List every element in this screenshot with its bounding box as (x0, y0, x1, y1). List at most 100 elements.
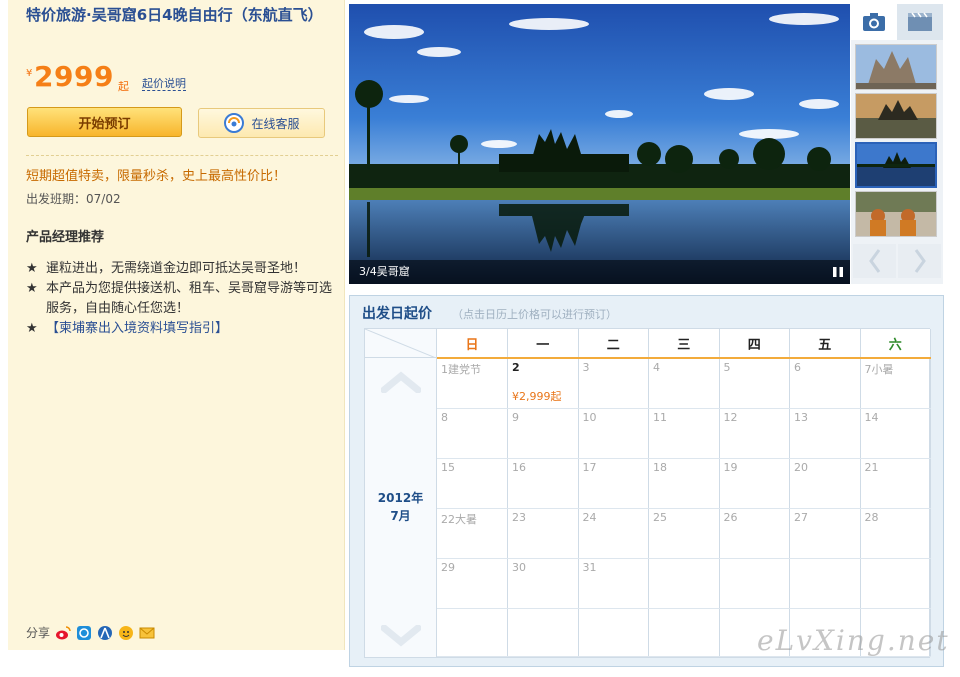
divider (26, 155, 338, 156)
day-number: 18 (653, 460, 667, 474)
recommendation-item: ★ 【柬埔寨出入境资料填写指引】 (26, 319, 338, 339)
day-number: 29 (441, 560, 455, 574)
calendar-day-cell: 17 (578, 458, 649, 509)
day-number: 22 (441, 512, 455, 526)
day-number: 11 (653, 410, 667, 424)
thumbnail-3-active[interactable] (855, 142, 937, 188)
calendar-day-cell: 24 (578, 508, 649, 559)
manager-recommend-title: 产品经理推荐 (26, 230, 105, 245)
day-price-link[interactable]: ¥2,999起 (512, 388, 574, 404)
calendar-day-cell (578, 608, 649, 657)
departure-schedule: 出发班期：07/02 (26, 192, 121, 206)
price-note-link[interactable]: 起价说明 (142, 77, 186, 91)
calendar-day-cell: 7小暑 (860, 358, 931, 409)
pause-icon[interactable] (832, 266, 844, 278)
main-photo[interactable]: 3/4吴哥窟 (349, 4, 850, 284)
day-number: 6 (794, 361, 801, 374)
calendar-day-cell: 31 (578, 558, 649, 609)
calendar-day-cell: 28 (860, 508, 931, 559)
day-number: 31 (582, 560, 597, 574)
next-thumb-button[interactable] (898, 244, 941, 278)
recommendation-item: ★ 本产品为您提供接送机、租车、吴哥窟导游等可选服务，自由随心任您选！ (26, 279, 338, 319)
calendar-grid: 日 一 二 三 四 五 六 1建党节 2 ¥2,999起 3 4 5 6 7小暑… (437, 329, 931, 657)
day-number: 9 (512, 410, 519, 424)
next-month-icon[interactable] (381, 625, 421, 647)
weibo-share-icon[interactable] (55, 625, 71, 641)
calendar-day-cell: 25 (648, 508, 720, 559)
chevron-left-icon (868, 249, 880, 273)
calendar-day-cell: 12 (719, 408, 790, 459)
prev-month-icon[interactable] (381, 371, 421, 393)
calendar-week-row: 8 9 10 11 12 13 14 (437, 408, 931, 459)
day-number: 1 (441, 363, 448, 376)
thumbnail-1[interactable] (855, 44, 937, 90)
renren-share-icon[interactable] (97, 625, 113, 641)
calendar-week-row: 15 16 17 18 19 20 21 (437, 458, 931, 509)
calendar-day-cell: 26 (719, 508, 790, 559)
month-label: 2012年 7月 (365, 489, 436, 525)
calendar-day-cell: 1建党节 (437, 358, 508, 409)
recommendation-text: 本产品为您提供接送机、租车、吴哥窟导游等可选服务，自由随心任您选！ (46, 281, 333, 316)
kaixin-share-icon[interactable] (118, 625, 134, 641)
currency-symbol: ¥ (26, 68, 33, 79)
day-number: 14 (864, 410, 879, 424)
weekday-header: 六 (860, 329, 931, 359)
photo-caption: 3/4吴哥窟 (349, 260, 850, 284)
calendar-day-cell: 10 (578, 408, 649, 459)
chevron-right-icon (914, 249, 926, 273)
site-watermark: eLvXing.net (757, 624, 950, 657)
angkor-wat-photo (349, 4, 850, 284)
share-bar: 分享 (26, 624, 155, 641)
calendar-week-row: 1建党节 2 ¥2,999起 3 4 5 6 7小暑 (437, 358, 931, 409)
star-icon: ★ (26, 281, 38, 296)
day-number: 5 (723, 361, 731, 374)
calendar-day-cell: 9 (507, 408, 579, 459)
calendar-day-cell: 14 (860, 408, 931, 459)
weekday-header-row: 日 一 二 三 四 五 六 (437, 329, 931, 359)
calendar-box: 2012年 7月 日 一 二 三 四 五 六 1建党节 2 ¥2,999起 3 … (364, 328, 931, 658)
thumbnail-nav (851, 242, 943, 278)
recommendation-list: ★ 暹粒进出，无需绕道金边即可抵达吴哥圣地！ ★ 本产品为您提供接送机、租车、吴哥窟… (26, 259, 338, 339)
email-share-icon[interactable] (139, 625, 155, 641)
prev-thumb-button[interactable] (853, 244, 896, 278)
star-icon: ★ (26, 261, 38, 276)
calendar-day-cell-available[interactable]: 2 ¥2,999起 (507, 358, 579, 409)
calendar-day-cell: 20 (789, 458, 861, 509)
day-number: 25 (653, 510, 667, 524)
qzone-share-icon[interactable] (76, 625, 92, 641)
calendar-day-cell (789, 558, 861, 609)
thumbnail-2[interactable] (855, 93, 937, 139)
calendar-day-cell (648, 558, 720, 609)
calendar-day-cell: 4 (648, 358, 720, 409)
start-booking-button[interactable]: 开始预订 (27, 107, 182, 137)
calendar-day-cell: 27 (789, 508, 861, 559)
day-number: 19 (723, 460, 738, 474)
calendar-day-cell (719, 558, 790, 609)
video-tab[interactable] (897, 4, 943, 40)
calendar-day-cell: 29 (437, 558, 508, 609)
day-number: 7 (864, 363, 872, 376)
calendar-day-cell: 23 (507, 508, 579, 559)
online-service-button[interactable]: 在线客服 (198, 108, 325, 138)
thumbnail-strip (851, 4, 943, 284)
recommendation-text: 暹粒进出，无需绕道金边即可抵达吴哥圣地！ (46, 261, 307, 276)
day-number: 2 (512, 361, 520, 374)
monks-photo (856, 192, 936, 236)
weekday-header: 五 (789, 329, 861, 359)
calendar-day-cell: 15 (437, 458, 508, 509)
day-number: 12 (723, 410, 738, 424)
calendar-day-cell: 22大暑 (437, 508, 508, 559)
cambodia-entry-guide-link[interactable]: 【柬埔寨出入境资料填写指引】 (46, 321, 228, 336)
weekday-header: 日 (437, 329, 508, 359)
calendar-day-cell (507, 608, 579, 657)
day-number: 16 (512, 460, 526, 474)
calendar-title: 出发日起价 (362, 306, 432, 322)
day-number: 24 (582, 510, 597, 524)
photo-tab[interactable] (851, 4, 897, 40)
temple-photo (856, 45, 936, 89)
day-number: 21 (864, 460, 879, 474)
product-title: 特价旅游·吴哥窟6日4晚自由行（东航直飞） (26, 6, 323, 24)
day-number: 23 (512, 510, 526, 524)
thumbnail-4[interactable] (855, 191, 937, 237)
day-number: 20 (794, 460, 808, 474)
